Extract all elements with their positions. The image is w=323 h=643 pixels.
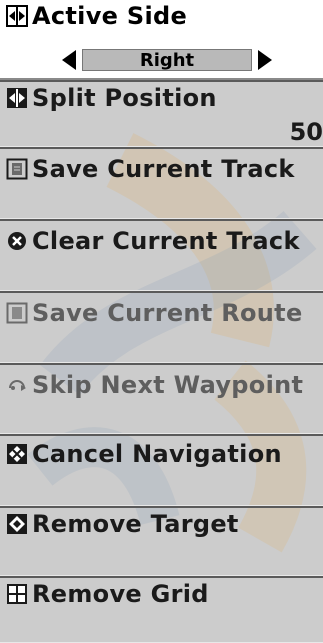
skip-next-waypoint-label: Skip Next Waypoint [32,371,304,399]
skip-waypoint-label-row: Skip Next Waypoint [6,371,304,399]
menu-item-remove-grid[interactable]: Remove Grid [0,576,323,643]
menu-item-skip-next-waypoint[interactable]: Skip Next Waypoint [0,363,323,434]
split-position-value: 50 [289,118,323,146]
menu-item-split-position[interactable]: Split Position 50 [0,80,323,147]
right-arrow-icon[interactable] [258,50,272,70]
active-side-label: Active Side [32,2,188,30]
save-route-label-row: Save Current Route [6,299,303,327]
cancel-navigation-icon [6,443,28,465]
menu-item-cancel-navigation[interactable]: Cancel Navigation [0,434,323,506]
clear-track-label-row: Clear Current Track [6,227,300,255]
split-arrows-icon [6,5,28,27]
save-current-route-label: Save Current Route [32,299,303,327]
save-icon [6,158,28,180]
menu-item-active-side[interactable]: Active Side Right [0,0,323,80]
remove-grid-label-row: Remove Grid [6,580,209,608]
save-track-label-row: Save Current Track [6,155,295,183]
menu-item-save-current-route[interactable]: Save Current Route [0,291,323,363]
cancel-navigation-label: Cancel Navigation [32,440,282,468]
active-side-label-row: Active Side [6,2,188,30]
remove-target-label-row: Remove Target [6,510,239,538]
clear-current-track-label: Clear Current Track [32,227,300,255]
remove-grid-label: Remove Grid [32,580,209,608]
target-icon [6,513,28,535]
save-current-track-label: Save Current Track [32,155,295,183]
cancel-navigation-label-row: Cancel Navigation [6,440,282,468]
split-arrows-icon [6,87,28,109]
save-icon [6,302,28,324]
left-arrow-icon[interactable] [62,50,76,70]
grid-icon [6,583,28,605]
skip-waypoint-icon [6,374,28,396]
active-side-value: Right [82,49,252,71]
active-side-selector[interactable]: Right [62,49,272,71]
menu-item-remove-target[interactable]: Remove Target [0,506,323,576]
x-press-menu: Active Side Right Split Position 50 Save… [0,0,323,643]
menu-item-clear-current-track[interactable]: Clear Current Track [0,219,323,291]
split-position-label: Split Position [32,84,217,112]
remove-target-label: Remove Target [32,510,239,538]
split-position-label-row: Split Position [6,84,217,112]
menu-item-save-current-track[interactable]: Save Current Track [0,147,323,219]
clear-x-icon [6,230,28,252]
